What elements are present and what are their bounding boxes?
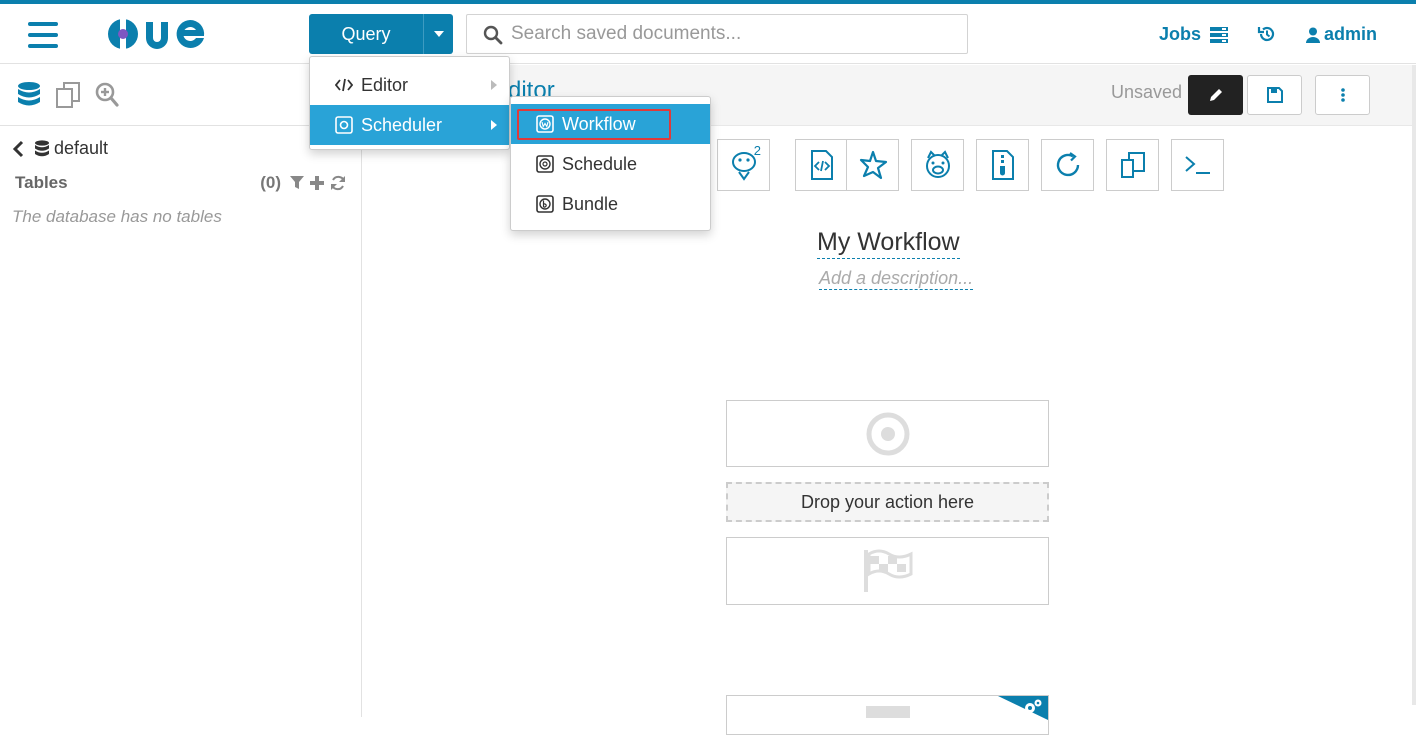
query-dropdown-toggle[interactable] [423, 14, 453, 54]
target-start-icon [866, 412, 909, 455]
menu-item-editor-label: Editor [361, 74, 409, 95]
schedule-icon [536, 155, 554, 173]
hive2-action-tool[interactable]: 2 [717, 139, 770, 191]
hive2-superscript: 2 [753, 143, 761, 158]
jobs-label: Jobs [1159, 24, 1202, 44]
hue-logo[interactable] [102, 12, 226, 56]
server-icon [1210, 26, 1229, 43]
submenu-arrow-icon [491, 120, 497, 130]
database-icon[interactable] [17, 81, 41, 109]
pig-action-tool[interactable] [911, 139, 964, 191]
end-node [726, 537, 1049, 605]
scheduler-submenu: Workflow Schedule Bundle [510, 96, 711, 231]
vertical-ellipsis-icon [1340, 88, 1345, 102]
pencil-icon [1209, 89, 1222, 101]
refresh-icon[interactable] [329, 175, 347, 191]
start-node [726, 400, 1049, 467]
edit-button[interactable] [1188, 75, 1243, 115]
gears-icon[interactable] [1022, 698, 1044, 716]
empty-tables-message: The database has no tables [12, 207, 222, 226]
submenu-item-bundle[interactable]: Bundle [511, 184, 710, 224]
java-action-tool[interactable] [976, 139, 1029, 191]
add-icon[interactable] [309, 175, 325, 191]
checkered-flag-icon [863, 549, 912, 592]
database-small-icon [35, 139, 49, 156]
cycle-icon [1056, 152, 1079, 177]
workflow-icon [536, 115, 554, 133]
user-menu[interactable]: admin [1306, 24, 1377, 45]
query-button[interactable]: Query [309, 14, 423, 54]
code-file-icon [810, 150, 833, 180]
submenu-item-schedule[interactable]: Schedule [511, 144, 710, 184]
floppy-disk-icon [1266, 87, 1283, 103]
bundle-icon [536, 195, 554, 213]
kill-node [726, 695, 1049, 735]
kill-node-icon [866, 706, 910, 718]
drop-zone-label: Drop your action here [800, 491, 975, 512]
code-icon [335, 78, 353, 92]
tables-label: Tables [15, 173, 68, 192]
tables-header: Tables (0) [15, 173, 347, 193]
copy-icon [1120, 152, 1145, 178]
more-options-button[interactable] [1315, 75, 1370, 115]
caret-down-icon [433, 31, 444, 37]
workflow-description[interactable]: Add a description... [819, 268, 974, 290]
menu-item-scheduler-label: Scheduler [361, 114, 443, 135]
menu-item-scheduler[interactable]: Scheduler [310, 105, 509, 145]
shell-action-tool[interactable] [1171, 139, 1224, 191]
documents-icon[interactable] [55, 81, 81, 109]
menu-item-editor[interactable]: Editor [310, 65, 509, 105]
filter-icon[interactable] [289, 175, 305, 191]
workflow-name[interactable]: My Workflow [817, 228, 960, 259]
main-scrollbar[interactable] [1412, 65, 1416, 705]
left-sidebar: default Tables (0) The database has no t… [0, 65, 362, 717]
archive-file-icon [991, 150, 1014, 180]
hamburger-menu-icon[interactable] [28, 22, 58, 48]
submenu-arrow-icon [491, 80, 497, 90]
query-dropdown-menu: Editor Scheduler [309, 56, 510, 150]
navbar: Query Jobs admin [0, 4, 1416, 64]
pig-icon [925, 150, 950, 178]
submenu-item-bundle-label: Bundle [562, 193, 619, 214]
submenu-item-schedule-label: Schedule [562, 153, 638, 174]
script-action-tool[interactable] [795, 139, 848, 191]
search-icon [483, 25, 503, 45]
database-breadcrumb: default [12, 138, 108, 159]
save-status: Unsaved [1111, 82, 1183, 102]
tables-count: (0) [260, 173, 281, 192]
database-name[interactable]: default [54, 138, 108, 159]
action-drop-zone[interactable]: Drop your action here [726, 482, 1049, 522]
user-name: admin [1324, 24, 1378, 44]
jobs-link[interactable]: Jobs [1159, 24, 1229, 45]
search-box[interactable] [466, 14, 968, 54]
submenu-item-workflow-label: Workflow [562, 113, 636, 134]
terminal-icon [1184, 156, 1210, 174]
copy-action-tool[interactable] [1106, 139, 1159, 191]
spark-action-tool[interactable] [846, 139, 899, 191]
save-button[interactable] [1247, 75, 1302, 115]
submenu-item-workflow[interactable]: Workflow [511, 104, 710, 144]
spark-star-icon [859, 150, 887, 180]
history-icon[interactable] [1257, 24, 1277, 44]
user-icon [1306, 27, 1320, 43]
sidebar-toolbar [0, 65, 361, 126]
chevron-left-icon[interactable] [12, 140, 24, 158]
subworkflow-action-tool[interactable] [1041, 139, 1094, 191]
zoom-in-icon[interactable] [94, 81, 120, 109]
search-input[interactable] [511, 21, 951, 47]
scheduler-icon [335, 116, 353, 134]
